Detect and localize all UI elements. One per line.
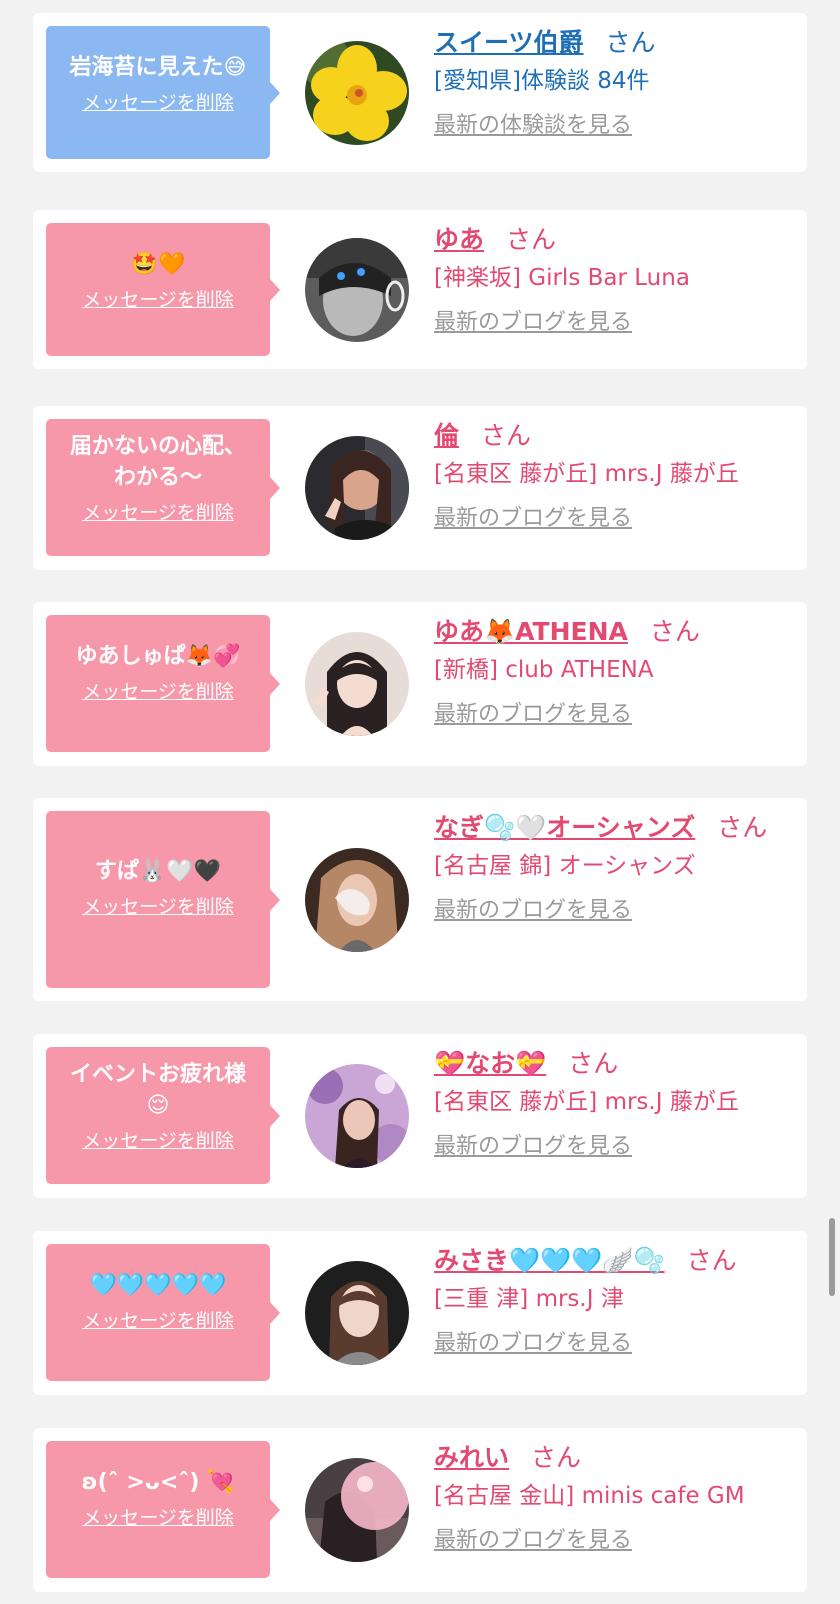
user-name-link[interactable]: みさき🩵🩵🩵🪽🫧 xyxy=(434,1246,665,1275)
user-info: ゆあ🦊ATHENA さん [新橋] club ATHENA 最新のブログを見る xyxy=(434,616,794,730)
user-info: スイーツ伯爵 さん [愛知県]体験談 84件 最新の体験談を見る xyxy=(434,27,794,141)
honorific: さん xyxy=(686,1246,737,1275)
avatar[interactable] xyxy=(305,1261,409,1365)
profile-photo-icon xyxy=(305,436,409,540)
user-subtitle: [神楽坂] Girls Bar Luna xyxy=(434,265,690,291)
message-text: 🤩🧡 xyxy=(130,252,186,277)
avatar[interactable] xyxy=(305,238,409,342)
user-name-link[interactable]: ゆあ🦊ATHENA xyxy=(434,617,628,646)
message-list: 岩海苔に見えた😅 メッセージを削除 スイーツ伯爵 さん [愛知県]体験談 84件… xyxy=(0,0,840,1604)
message-text: ʚ(ˆ >ᴗ<ˆ) 💘 xyxy=(81,1470,235,1495)
honorific: さん xyxy=(649,617,700,646)
latest-post-link[interactable]: 最新の体験談を見る xyxy=(434,111,632,141)
honorific: さん xyxy=(531,1443,582,1472)
latest-post-link[interactable]: 最新のブログを見る xyxy=(434,1329,632,1359)
latest-post-link[interactable]: 最新のブログを見る xyxy=(434,1132,632,1162)
user-subtitle: [名東区 藤が丘] mrs.J 藤が丘 xyxy=(434,1089,739,1115)
message-bubble: 🤩🧡 メッセージを削除 xyxy=(46,223,280,356)
delete-message-link[interactable]: メッセージを削除 xyxy=(82,288,234,312)
message-text: 岩海苔に見えた😅 xyxy=(69,55,247,80)
user-name-link[interactable]: 倫 xyxy=(434,421,459,450)
scrollbar[interactable] xyxy=(829,1218,835,1296)
message-card: 🩵🩵🩵🩵🩵 メッセージを削除 みさき🩵🩵🩵🪽🫧 さん [三重 津] mrs.J 津… xyxy=(33,1231,807,1395)
message-bubble: すぱ🐰🤍🖤 メッセージを削除 xyxy=(46,811,280,988)
honorific: さん xyxy=(605,28,656,57)
delete-message-link[interactable]: メッセージを削除 xyxy=(82,895,234,919)
avatar[interactable] xyxy=(305,436,409,540)
honorific: さん xyxy=(717,813,768,842)
user-name-link[interactable]: みれい xyxy=(434,1443,509,1472)
message-text: 🩵🩵🩵🩵🩵 xyxy=(89,1273,227,1298)
user-info: 💝なお💝 さん [名東区 藤が丘] mrs.J 藤が丘 最新のブログを見る xyxy=(434,1048,794,1162)
avatar[interactable] xyxy=(305,632,409,736)
honorific: さん xyxy=(506,225,557,254)
message-card: 届かないの心配、 わかる〜 メッセージを削除 倫さん [名東区 藤が丘] mrs… xyxy=(33,406,807,570)
avatar[interactable] xyxy=(305,848,409,952)
message-card: 🤩🧡 メッセージを削除 ゆあ さん [神楽坂] Girls Bar Luna 最新… xyxy=(33,210,807,369)
message-text: ゆあしゅぱ🦊💞 xyxy=(75,644,241,669)
latest-post-link[interactable]: 最新のブログを見る xyxy=(434,1526,632,1556)
avatar[interactable] xyxy=(305,1458,409,1562)
message-card: ʚ(ˆ >ᴗ<ˆ) 💘 メッセージを削除 みれい さん [名古屋 金山] mini… xyxy=(33,1428,807,1592)
message-text: イベントお疲れ様 😌 xyxy=(69,1062,246,1118)
message-card: すぱ🐰🤍🖤 メッセージを削除 なぎ🫧🤍オーシャンズ さん [名古屋 錦] オーシャ… xyxy=(33,798,807,1001)
user-name-link[interactable]: スイーツ伯爵 xyxy=(434,28,584,57)
user-info: 倫さん [名東区 藤が丘] mrs.J 藤が丘 最新のブログを見る xyxy=(434,420,794,534)
profile-photo-icon xyxy=(305,1261,409,1365)
latest-post-link[interactable]: 最新のブログを見る xyxy=(434,504,632,534)
message-bubble: イベントお疲れ様 😌 メッセージを削除 xyxy=(46,1047,280,1184)
user-name-link[interactable]: 💝なお💝 xyxy=(434,1049,546,1078)
honorific: さん xyxy=(481,421,532,450)
message-bubble: 🩵🩵🩵🩵🩵 メッセージを削除 xyxy=(46,1244,280,1381)
delete-message-link[interactable]: メッセージを削除 xyxy=(82,680,234,704)
user-subtitle: [名古屋 錦] オーシャンズ xyxy=(434,853,696,879)
user-info: みれい さん [名古屋 金山] minis cafe GM 最新のブログを見る xyxy=(434,1442,794,1556)
message-text: すぱ🐰🤍🖤 xyxy=(94,859,222,884)
message-card: ゆあしゅぱ🦊💞 メッセージを削除 ゆあ🦊ATHENA さん [新橋] club A… xyxy=(33,602,807,766)
user-subtitle: [名古屋 金山] minis cafe GM xyxy=(434,1483,745,1509)
latest-post-link[interactable]: 最新のブログを見る xyxy=(434,308,632,338)
user-name-link[interactable]: なぎ🫧🤍オーシャンズ xyxy=(434,813,695,842)
user-info: なぎ🫧🤍オーシャンズ さん [名古屋 錦] オーシャンズ 最新のブログを見る xyxy=(434,812,794,926)
avatar[interactable] xyxy=(305,41,409,145)
avatar[interactable] xyxy=(305,1064,409,1168)
message-bubble: 岩海苔に見えた😅 メッセージを削除 xyxy=(46,26,280,159)
user-name-link[interactable]: ゆあ xyxy=(434,225,484,254)
profile-photo-icon xyxy=(305,1064,409,1168)
delete-message-link[interactable]: メッセージを削除 xyxy=(82,1129,234,1153)
delete-message-link[interactable]: メッセージを削除 xyxy=(82,91,234,115)
latest-post-link[interactable]: 最新のブログを見る xyxy=(434,700,632,730)
profile-photo-icon xyxy=(305,632,409,736)
latest-post-link[interactable]: 最新のブログを見る xyxy=(434,896,632,926)
honorific: さん xyxy=(568,1049,619,1078)
message-card: 岩海苔に見えた😅 メッセージを削除 スイーツ伯爵 さん [愛知県]体験談 84件… xyxy=(33,13,807,172)
delete-message-link[interactable]: メッセージを削除 xyxy=(82,1309,234,1333)
delete-message-link[interactable]: メッセージを削除 xyxy=(82,1506,234,1530)
delete-message-link[interactable]: メッセージを削除 xyxy=(82,501,234,525)
message-text: 届かないの心配、 わかる〜 xyxy=(69,434,246,490)
message-bubble: ゆあしゅぱ🦊💞 メッセージを削除 xyxy=(46,615,280,752)
user-subtitle: [新橋] club ATHENA xyxy=(434,657,654,683)
user-subtitle: [三重 津] mrs.J 津 xyxy=(434,1286,624,1312)
message-bubble: ʚ(ˆ >ᴗ<ˆ) 💘 メッセージを削除 xyxy=(46,1441,280,1578)
yellow-hibiscus-photo-icon xyxy=(305,41,409,145)
user-info: みさき🩵🩵🩵🪽🫧 さん [三重 津] mrs.J 津 最新のブログを見る xyxy=(434,1245,794,1359)
message-card: イベントお疲れ様 😌 メッセージを削除 💝なお💝 さん [名東区 藤が丘] mrs… xyxy=(33,1034,807,1198)
user-subtitle: [愛知県]体験談 84件 xyxy=(434,68,650,94)
profile-photo-icon xyxy=(305,1458,409,1562)
user-info: ゆあ さん [神楽坂] Girls Bar Luna 最新のブログを見る xyxy=(434,224,794,338)
profile-photo-icon xyxy=(305,238,409,342)
user-subtitle: [名東区 藤が丘] mrs.J 藤が丘 xyxy=(434,461,739,487)
message-bubble: 届かないの心配、 わかる〜 メッセージを削除 xyxy=(46,419,280,556)
profile-photo-icon xyxy=(305,848,409,952)
